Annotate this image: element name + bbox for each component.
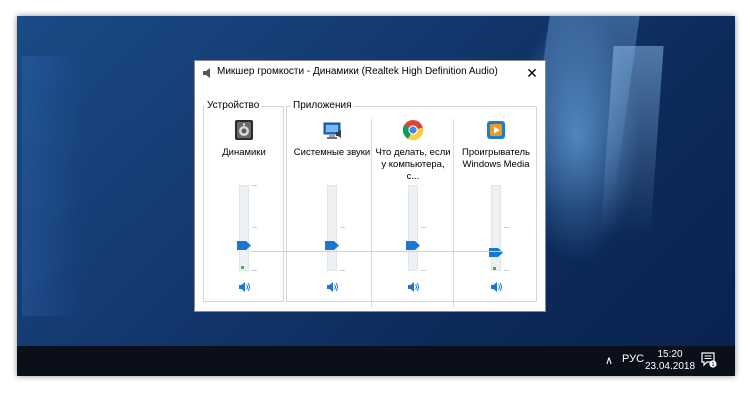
window-title: Микшер громкости - Динамики (Realtek Hig… bbox=[217, 66, 498, 77]
mute-toggle-speaker-icon[interactable] bbox=[326, 281, 338, 293]
volume-slider-thumb[interactable] bbox=[237, 240, 251, 250]
applications-group-label: Приложения bbox=[291, 100, 354, 111]
channel-name[interactable]: Динамики bbox=[205, 147, 283, 159]
mute-toggle-speaker-icon[interactable] bbox=[407, 281, 419, 293]
slider-ticks bbox=[504, 185, 510, 271]
channel-name[interactable]: Системные звуки bbox=[293, 147, 371, 159]
volume-slider-track[interactable] bbox=[327, 185, 337, 271]
taskbar: ∧ РУС 15:20 23.04.2018 1 bbox=[17, 346, 735, 376]
speaker-icon bbox=[203, 68, 210, 78]
screenshot-frame: Микшер громкости - Динамики (Realtek Hig… bbox=[17, 16, 735, 376]
close-button[interactable]: ✕ bbox=[519, 61, 545, 85]
mute-toggle-speaker-icon[interactable] bbox=[490, 281, 502, 293]
volume-slider-track[interactable] bbox=[408, 185, 418, 271]
channel-speakers: Динамики bbox=[205, 119, 283, 299]
volume-mixer-window: Микшер громкости - Динамики (Realtek Hig… bbox=[194, 60, 546, 312]
channel-name[interactable]: Что делать, если у компьютера, с... bbox=[374, 147, 452, 183]
show-hidden-icons-button[interactable]: ∧ bbox=[602, 354, 616, 368]
volume-slider-track[interactable] bbox=[491, 185, 501, 271]
slider-ticks bbox=[421, 185, 427, 271]
wallpaper-light-beam bbox=[22, 56, 82, 316]
device-group-label: Устройство bbox=[205, 100, 262, 111]
clock-time: 15:20 bbox=[657, 349, 683, 360]
volume-slider-thumb[interactable] bbox=[325, 240, 339, 250]
clock[interactable]: 15:20 23.04.2018 bbox=[641, 349, 699, 373]
slider-ticks bbox=[340, 185, 346, 271]
chrome-icon[interactable] bbox=[402, 119, 424, 141]
windows-media-player-icon[interactable] bbox=[485, 119, 507, 141]
peak-meter bbox=[493, 267, 496, 270]
action-center-icon[interactable]: 1 bbox=[701, 352, 717, 368]
notification-count: 1 bbox=[711, 362, 715, 368]
column-separator bbox=[371, 119, 372, 307]
mute-toggle-speaker-icon[interactable] bbox=[238, 281, 250, 293]
channel-chrome: Что делать, если у компьютера, с... bbox=[374, 119, 452, 299]
channel-windows-media-player: Проигрыватель Windows Media bbox=[457, 119, 535, 299]
volume-slider-thumb[interactable] bbox=[489, 247, 503, 257]
title-bar[interactable]: Микшер громкости - Динамики (Realtek Hig… bbox=[195, 61, 545, 85]
volume-link-line bbox=[251, 251, 503, 252]
peak-meter bbox=[241, 266, 244, 269]
column-separator bbox=[453, 119, 454, 307]
speaker-device-icon[interactable] bbox=[233, 119, 255, 141]
volume-slider-track[interactable] bbox=[239, 185, 249, 271]
slider-ticks bbox=[252, 185, 258, 271]
channel-system-sounds: Системные звуки bbox=[293, 119, 371, 299]
clock-date: 23.04.2018 bbox=[644, 361, 696, 372]
channel-name[interactable]: Проигрыватель Windows Media bbox=[457, 147, 535, 171]
volume-slider-thumb[interactable] bbox=[406, 240, 420, 250]
system-sounds-icon[interactable] bbox=[321, 119, 343, 141]
